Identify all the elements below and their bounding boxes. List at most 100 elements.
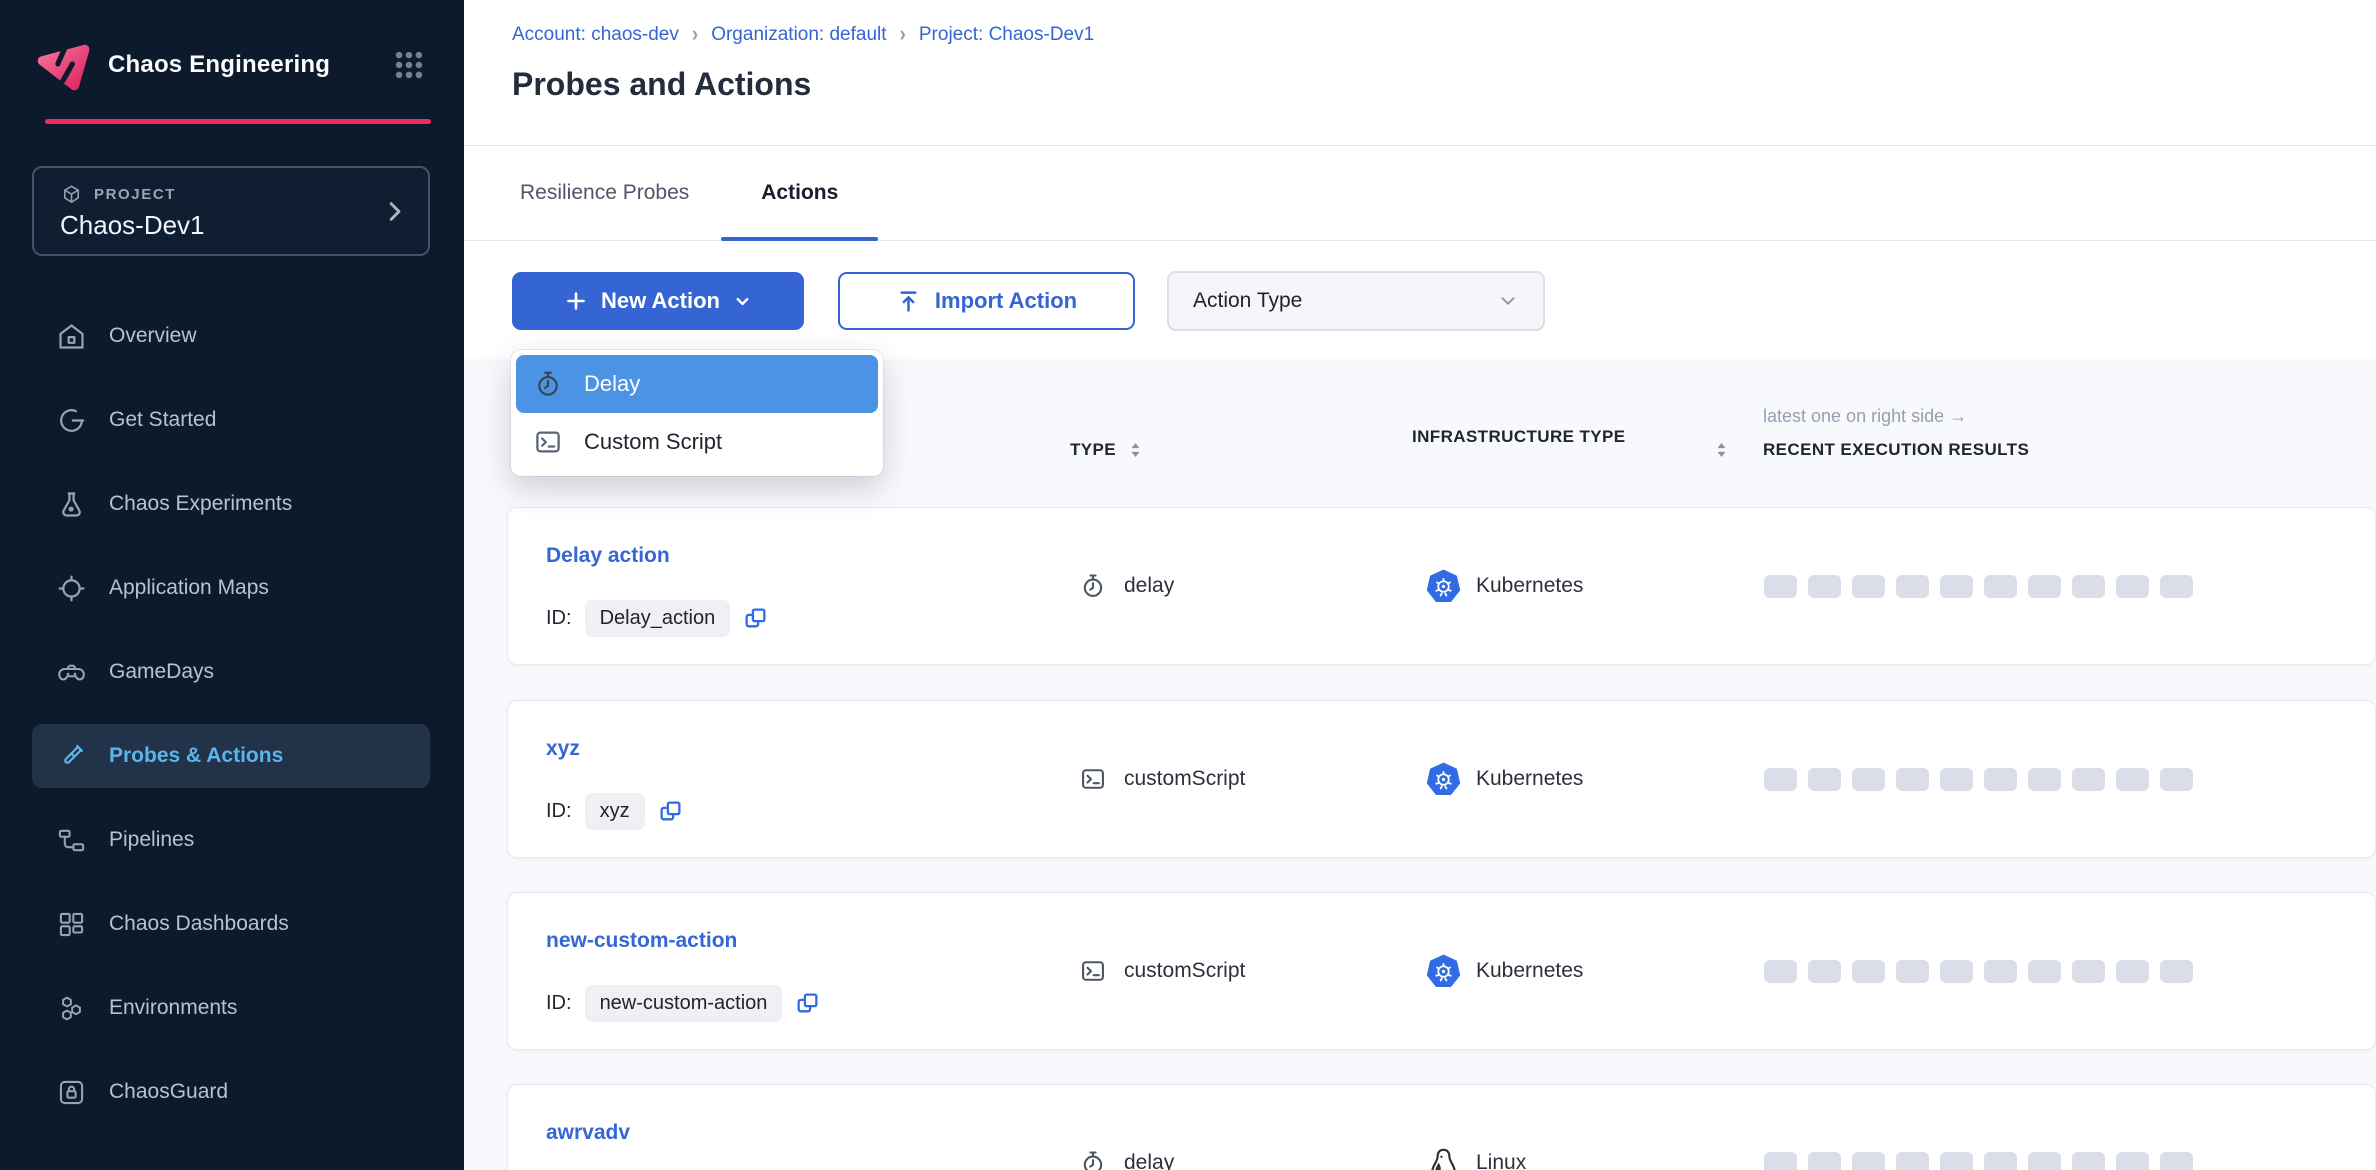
sidebar-item-environments[interactable]: Environments (32, 976, 430, 1040)
breadcrumb-link-account[interactable]: Account: chaos-dev (512, 24, 679, 46)
breadcrumb-separator: › (900, 22, 906, 47)
action-id-row: ID: Delay_action (546, 600, 768, 637)
dashboard-icon (56, 909, 87, 940)
execution-result-placeholder (2160, 768, 2193, 791)
execution-result-placeholder (2072, 575, 2105, 598)
import-action-button[interactable]: Import Action (838, 272, 1135, 330)
action-type-cell: customScript (1079, 701, 1245, 857)
execution-result-placeholder (1984, 960, 2017, 983)
app-grid-icon[interactable] (392, 48, 426, 82)
recent-execution-results (1764, 508, 2193, 664)
breadcrumb-separator: › (692, 22, 698, 47)
action-id-value: new-custom-action (585, 985, 783, 1022)
new-action-menu: Delay Custom Script (511, 350, 883, 476)
execution-result-placeholder (1764, 1152, 1797, 1170)
sidebar-item-chaos-experiments[interactable]: Chaos Experiments (32, 472, 430, 536)
action-type-cell: delay (1079, 508, 1174, 664)
execution-result-placeholder (2160, 1152, 2193, 1170)
copy-icon[interactable] (658, 799, 683, 824)
results-note: latest one on right side → (1763, 406, 1967, 427)
execution-result-placeholder (1940, 768, 1973, 791)
action-name-link[interactable]: new-custom-action (546, 929, 737, 953)
breadcrumb-link-project[interactable]: Project: Chaos-Dev1 (919, 24, 1094, 46)
copy-icon[interactable] (743, 606, 768, 631)
infrastructure-cell: Kubernetes (1426, 893, 1583, 1049)
sidebar-item-label: Get Started (109, 408, 216, 432)
execution-result-placeholder (1852, 575, 1885, 598)
action-name-link[interactable]: awrvadv (546, 1121, 630, 1145)
infrastructure-cell: Kubernetes (1426, 701, 1583, 857)
tab-actions[interactable]: Actions (725, 146, 874, 240)
execution-result-placeholder (1896, 1152, 1929, 1170)
action-row-xyz: xyz ID: xyz customScript Kubernetes (507, 700, 2376, 858)
action-row-delay-action: Delay action ID: Delay_action delay Kube… (507, 507, 2376, 665)
tab-resilience-probes[interactable]: Resilience Probes (520, 146, 725, 240)
chevron-down-icon (733, 292, 752, 311)
action-type-cell: customScript (1079, 893, 1245, 1049)
flask-icon (56, 489, 87, 520)
execution-result-placeholder (1764, 960, 1797, 983)
execution-result-placeholder (2116, 960, 2149, 983)
sidebar-item-label: Chaos Dashboards (109, 912, 289, 936)
execution-result-placeholder (1984, 1152, 2017, 1170)
sort-icon[interactable] (1128, 440, 1143, 460)
test-tube-icon (56, 741, 87, 772)
column-header-infrastructure-type[interactable]: INFRASTRUCTURE TYPE (1412, 423, 1652, 451)
chevron-down-icon (1497, 290, 1519, 312)
app-title: Chaos Engineering (108, 51, 330, 79)
action-name-link[interactable]: xyz (546, 737, 580, 761)
execution-result-placeholder (1984, 575, 2017, 598)
sidebar-item-label: Chaos Experiments (109, 492, 292, 516)
execution-result-placeholder (1984, 768, 2017, 791)
action-type-filter[interactable]: Action Type (1167, 271, 1545, 331)
target-icon (56, 573, 87, 604)
sidebar-item-get-started[interactable]: Get Started (32, 388, 430, 452)
sort-icon[interactable] (1714, 440, 1729, 460)
sidebar-item-label: Probes & Actions (109, 744, 283, 768)
gamepad-icon (56, 657, 87, 688)
sidebar-item-application-maps[interactable]: Application Maps (32, 556, 430, 620)
project-selector[interactable]: PROJECT Chaos-Dev1 (32, 166, 430, 256)
chevron-right-icon (381, 198, 408, 225)
sidebar-nav: Overview Get Started Chaos Experiments A… (32, 304, 430, 1144)
sidebar-item-pipelines[interactable]: Pipelines (32, 808, 430, 872)
action-row-new-custom-action: new-custom-action ID: new-custom-action … (507, 892, 2376, 1050)
recent-execution-results (1764, 1085, 2193, 1170)
plus-icon (564, 289, 588, 313)
page-title: Probes and Actions (512, 66, 811, 103)
column-header-type[interactable]: TYPE (1070, 440, 1143, 460)
action-type-value: delay (1124, 1151, 1174, 1170)
new-action-button[interactable]: New Action (512, 272, 804, 330)
terminal-icon (1079, 765, 1107, 793)
module-accent-divider (45, 119, 431, 124)
execution-result-placeholder (2028, 960, 2061, 983)
sidebar-item-gamedays[interactable]: GameDays (32, 640, 430, 704)
sidebar-item-chaosguard[interactable]: ChaosGuard (32, 1060, 430, 1124)
sidebar-item-label: GameDays (109, 660, 214, 684)
breadcrumb-link-organization[interactable]: Organization: default (711, 24, 886, 46)
execution-result-placeholder (1808, 960, 1841, 983)
infrastructure-value: Kubernetes (1476, 767, 1583, 791)
execution-result-placeholder (2160, 575, 2193, 598)
execution-result-placeholder (1764, 768, 1797, 791)
hexagons-icon (56, 993, 87, 1024)
stopwatch-icon (1079, 572, 1107, 600)
execution-result-placeholder (1940, 1152, 1973, 1170)
menu-item-label: Custom Script (584, 429, 722, 455)
kubernetes-icon (1426, 762, 1461, 797)
menu-item-custom-script[interactable]: Custom Script (516, 413, 878, 471)
action-name-link[interactable]: Delay action (546, 544, 670, 568)
stopwatch-icon (533, 369, 563, 399)
execution-result-placeholder (1808, 768, 1841, 791)
id-label: ID: (546, 992, 572, 1015)
execution-result-placeholder (1940, 575, 1973, 598)
sidebar-item-probes-and-actions[interactable]: Probes & Actions (32, 724, 430, 788)
execution-result-placeholder (1896, 575, 1929, 598)
sidebar-item-chaos-dashboards[interactable]: Chaos Dashboards (32, 892, 430, 956)
infrastructure-cell: Linux (1426, 1085, 1526, 1170)
copy-icon[interactable] (795, 991, 820, 1016)
sidebar-item-overview[interactable]: Overview (32, 304, 430, 368)
action-type-value: customScript (1124, 767, 1245, 791)
menu-item-delay[interactable]: Delay (516, 355, 878, 413)
execution-result-placeholder (1808, 575, 1841, 598)
